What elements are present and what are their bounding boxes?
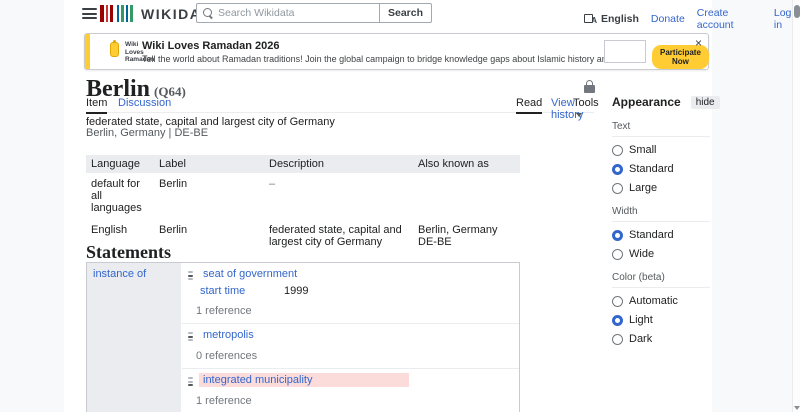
appearance-title: Appearance <box>612 95 681 109</box>
radio-label: Standard <box>629 163 674 175</box>
col-language: Language <box>86 155 154 173</box>
article-tab-bar: Item Discussion Read View history Tools <box>86 97 599 121</box>
appearance-hide-button[interactable]: hide <box>690 95 720 109</box>
claim-integrated-municipality: integrated municipality 1 reference <box>182 368 519 412</box>
radio-width-wide[interactable]: Wide <box>612 248 710 260</box>
appearance-panel: Appearance hide Text Small Standard Larg… <box>612 95 720 345</box>
radio-label: Dark <box>629 333 653 345</box>
claim-value-link[interactable]: integrated municipality <box>203 374 312 386</box>
main-menu-icon[interactable] <box>82 8 97 19</box>
radio-color-automatic[interactable]: Automatic <box>612 295 710 307</box>
vertical-scrollbar[interactable] <box>792 0 800 412</box>
col-also-known-as: Also known as <box>413 155 520 173</box>
claim-value-link[interactable]: seat of government <box>203 268 297 280</box>
banner-close-icon[interactable]: × <box>695 37 702 49</box>
statement-property-cell: instance of <box>87 263 181 412</box>
banner-accent-stripe <box>85 34 90 69</box>
claim-value-link[interactable]: metropolis <box>203 329 254 341</box>
ramadan-lantern-icon <box>110 40 119 57</box>
banner-image-placeholder <box>604 40 646 63</box>
radio-label: Light <box>629 314 653 326</box>
wikidata-logo-barcode <box>100 5 133 22</box>
radio-icon[interactable] <box>612 333 623 345</box>
radio-icon[interactable] <box>612 163 623 175</box>
cell-aliases <box>413 173 520 219</box>
radio-text-small[interactable]: Small <box>612 144 710 156</box>
radio-label: Large <box>629 182 658 194</box>
tab-discussion[interactable]: Discussion <box>118 97 171 112</box>
radio-icon[interactable] <box>612 182 623 194</box>
references-toggle[interactable]: 0 references <box>182 350 519 362</box>
banner-subtitle: Tell the world about Ramadan traditions!… <box>142 54 644 64</box>
rank-selector-icon[interactable] <box>188 271 193 280</box>
donate-link[interactable]: Donate <box>651 13 685 25</box>
radio-label: Standard <box>629 229 674 241</box>
tab-item[interactable]: Item <box>86 97 108 114</box>
rank-selector-icon[interactable] <box>188 377 193 386</box>
terms-table: Language Label Description Also known as… <box>86 155 520 253</box>
radio-width-standard[interactable]: Standard <box>612 229 710 241</box>
table-row: default for all languages Berlin – <box>86 173 520 219</box>
tab-read[interactable]: Read <box>516 97 543 114</box>
cell-aliases: Berlin, Germany DE-BE <box>413 219 520 253</box>
radio-label: Small <box>629 144 657 156</box>
references-toggle[interactable]: 1 reference <box>182 395 519 407</box>
cell-description: federated state, capital and largest cit… <box>264 219 413 253</box>
appearance-section-color: Color (beta) <box>612 272 710 288</box>
search-icon <box>203 7 214 19</box>
claims-list: seat of government start time 1999 1 ref… <box>182 263 519 412</box>
cell-language: default for all languages <box>86 173 154 219</box>
terms-table-header-row: Language Label Description Also known as <box>86 155 520 173</box>
statement-group-instance-of: instance of seat of government start tim… <box>86 262 520 412</box>
radio-label: Automatic <box>629 295 678 307</box>
search-input-wrap[interactable] <box>196 3 379 23</box>
radio-icon[interactable] <box>612 229 623 241</box>
radio-label: Wide <box>629 248 655 260</box>
radio-text-large[interactable]: Large <box>612 182 710 194</box>
search-button[interactable]: Search <box>379 3 433 23</box>
scrollbar-down-arrow-icon[interactable] <box>794 406 800 410</box>
alias-line: DE-BE <box>418 236 452 248</box>
cell-description: – <box>264 173 413 219</box>
property-link-instance-of[interactable]: instance of <box>93 268 146 280</box>
qualifier-property-link[interactable]: start time <box>200 285 245 297</box>
protection-lock-icon[interactable] <box>584 80 595 93</box>
create-account-link[interactable]: Create account <box>697 7 762 31</box>
appearance-section-width: Width <box>612 206 710 222</box>
qualifier-row: start time 1999 <box>182 285 519 297</box>
entity-aliases: Berlin, Germany | DE-BE <box>86 127 209 139</box>
tab-tools-label: Tools <box>573 97 599 109</box>
radio-color-dark[interactable]: Dark <box>612 333 710 345</box>
scrollbar-thumb[interactable] <box>794 5 800 18</box>
radio-text-standard[interactable]: Standard <box>612 163 710 175</box>
search-input[interactable] <box>218 7 373 19</box>
col-description: Description <box>264 155 413 173</box>
radio-icon[interactable] <box>612 295 623 307</box>
qualifier-value: 1999 <box>284 285 309 297</box>
language-label: English <box>601 13 639 25</box>
radio-icon[interactable] <box>612 144 623 156</box>
radio-color-light[interactable]: Light <box>612 314 710 326</box>
claim-seat-of-government: seat of government start time 1999 1 ref… <box>182 263 519 323</box>
language-selector[interactable]: English <box>584 13 639 25</box>
banner-title: Wiki Loves Ramadan 2026 <box>142 40 280 52</box>
search-bar: Search <box>196 3 433 23</box>
language-icon <box>584 13 597 25</box>
tab-tools[interactable]: Tools <box>573 97 599 124</box>
radio-icon[interactable] <box>612 248 623 260</box>
appearance-section-text: Text <box>612 121 710 137</box>
campaign-banner: Wiki Loves Ramadan Wiki Loves Ramadan 20… <box>84 33 709 70</box>
col-label: Label <box>154 155 264 173</box>
statements-heading: Statements <box>86 242 171 262</box>
chevron-down-icon <box>576 113 582 118</box>
claim-metropolis: metropolis 0 references <box>182 323 519 368</box>
rank-selector-icon[interactable] <box>188 332 193 341</box>
alias-line: Berlin, Germany <box>418 224 498 236</box>
references-toggle[interactable]: 1 reference <box>182 305 519 317</box>
radio-icon[interactable] <box>612 314 623 326</box>
cell-label: Berlin <box>154 173 264 219</box>
personal-tools: English Donate Create account Log in <box>584 7 800 31</box>
